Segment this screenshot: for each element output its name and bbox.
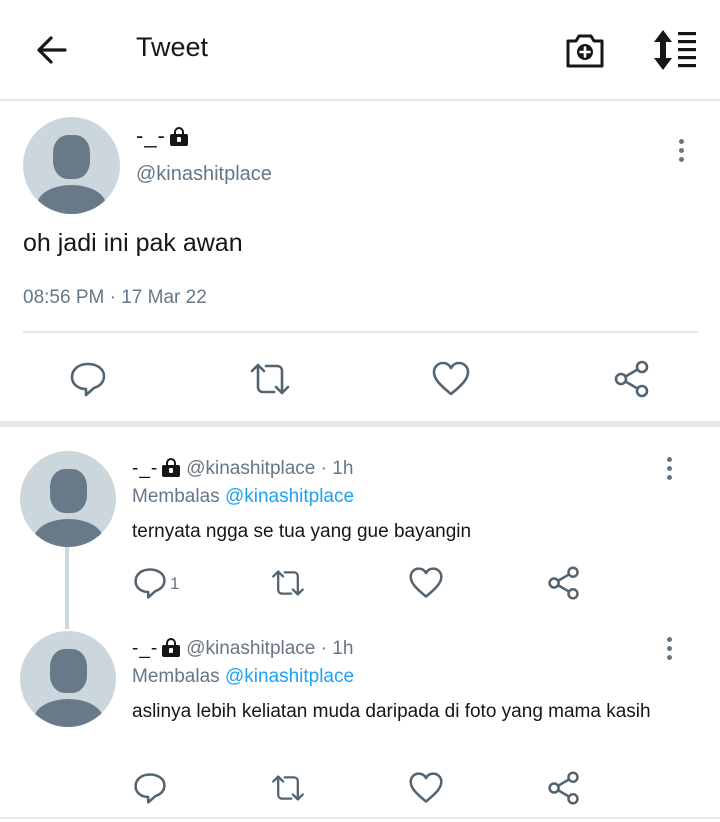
thread-connector <box>65 547 69 629</box>
display-name[interactable]: -_- <box>132 458 158 479</box>
reply-icon[interactable] <box>132 770 168 806</box>
reply-count: 1 <box>170 574 180 593</box>
replying-prefix: Membalas <box>132 666 220 687</box>
tweet-timestamp[interactable]: 08:56 PM · 17 Mar 22 <box>23 287 207 309</box>
avatar[interactable] <box>20 451 116 547</box>
tweet-text: oh jadi ini pak awan <box>23 229 243 257</box>
replying-to: Membalas @kinashitplace <box>132 486 354 508</box>
reply-text: aslinya lebih keliatan muda daripada di … <box>132 701 651 722</box>
display-name-text: -_- <box>136 123 166 148</box>
main-tweet: -_- @kinashitplace oh jadi ini pak awan … <box>0 103 720 421</box>
share-icon[interactable] <box>546 770 582 806</box>
page-title: Tweet <box>136 32 209 62</box>
avatar-head <box>50 649 87 693</box>
back-arrow-icon[interactable] <box>32 30 72 70</box>
more-vertical-icon[interactable] <box>676 137 686 165</box>
lock-icon <box>162 458 181 477</box>
avatar-head <box>50 469 87 513</box>
heart-icon[interactable] <box>431 359 471 399</box>
display-name[interactable]: -_- <box>136 123 188 149</box>
more-vertical-icon[interactable] <box>664 635 674 663</box>
heart-icon[interactable] <box>408 770 444 806</box>
share-icon[interactable] <box>546 565 582 601</box>
reply-icon[interactable] <box>132 565 168 601</box>
sort-icon[interactable] <box>650 28 700 72</box>
user-handle[interactable]: @kinashitplace <box>186 458 315 479</box>
section-separator <box>0 421 720 427</box>
retweet-icon[interactable] <box>270 770 306 806</box>
user-handle[interactable]: @kinashitplace <box>186 638 315 659</box>
reply-text: ternyata ngga se tua yang gue bayangin <box>132 521 472 542</box>
avatar[interactable] <box>23 117 120 214</box>
divider <box>23 331 698 333</box>
display-name[interactable]: -_- <box>132 638 158 659</box>
reply-header: -_- @kinashitplace · 1h <box>132 458 353 480</box>
lock-icon <box>162 638 181 657</box>
more-vertical-icon[interactable] <box>664 455 674 483</box>
avatar-body <box>34 519 103 547</box>
reply-header: -_- @kinashitplace · 1h <box>132 638 353 660</box>
reply-time: · 1h <box>320 458 354 479</box>
retweet-icon[interactable] <box>248 359 292 399</box>
replying-to: Membalas @kinashitplace <box>132 666 354 688</box>
replying-prefix: Membalas <box>132 486 220 507</box>
reply-time: · 1h <box>320 638 354 659</box>
avatar-body <box>34 699 103 727</box>
user-handle[interactable]: @kinashitplace <box>136 163 272 186</box>
reply-icon[interactable] <box>68 359 108 399</box>
heart-icon[interactable] <box>408 565 444 601</box>
avatar-head <box>53 135 90 179</box>
mention-link[interactable]: @kinashitplace <box>225 486 354 507</box>
top-app-bar: Tweet <box>0 0 720 101</box>
mention-link[interactable]: @kinashitplace <box>225 666 354 687</box>
avatar[interactable] <box>20 631 116 727</box>
camera-add-icon[interactable] <box>563 28 607 72</box>
retweet-icon[interactable] <box>270 565 306 601</box>
share-icon[interactable] <box>612 359 652 399</box>
divider <box>0 817 720 819</box>
avatar-body <box>37 185 106 214</box>
lock-icon <box>169 127 188 146</box>
